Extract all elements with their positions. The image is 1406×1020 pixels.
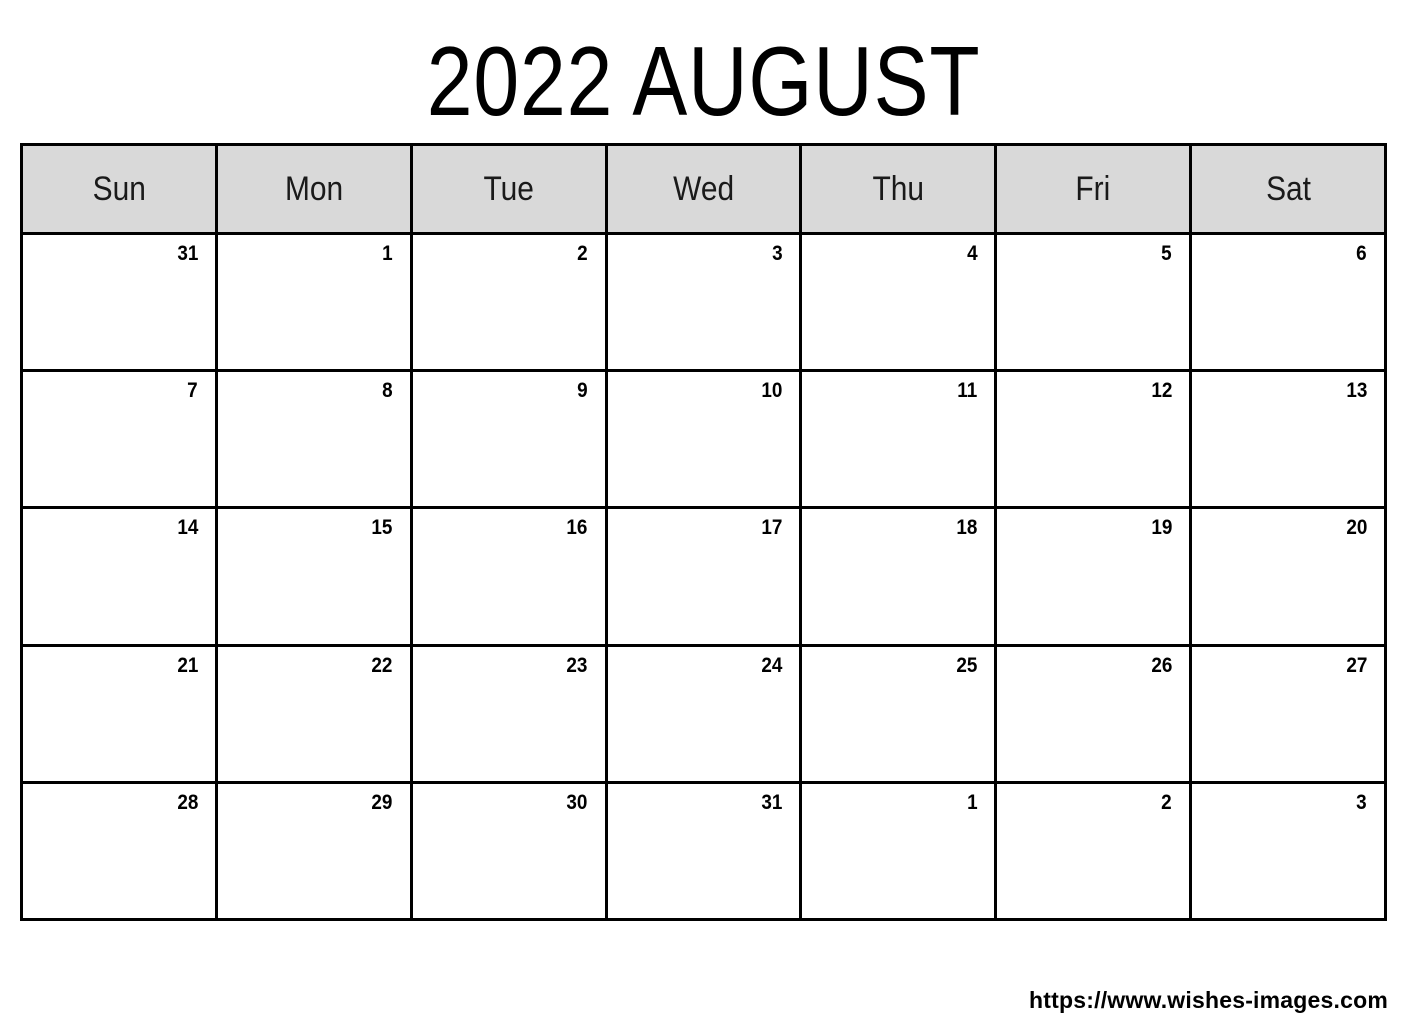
day-cell[interactable]: 7 xyxy=(23,372,218,507)
day-cell[interactable]: 31 xyxy=(23,235,218,370)
weekday-header-sun: Sun xyxy=(23,146,218,232)
day-cell[interactable]: 18 xyxy=(802,509,998,644)
day-number: 24 xyxy=(761,653,783,677)
day-number: 6 xyxy=(1356,242,1368,265)
day-number: 31 xyxy=(761,790,783,814)
day-number: 25 xyxy=(956,653,978,677)
day-number: 10 xyxy=(761,379,783,403)
week-row: 28 29 30 31 1 2 3 xyxy=(23,783,1385,919)
day-number: 3 xyxy=(771,242,783,265)
week-row: 7 8 9 10 11 12 13 xyxy=(23,372,1385,510)
day-cell[interactable]: 3 xyxy=(607,235,803,370)
calendar-title-band: 2022 AUGUST xyxy=(20,18,1387,143)
day-cell[interactable]: 12 xyxy=(997,372,1193,507)
day-number: 14 xyxy=(176,516,198,540)
day-number: 19 xyxy=(1151,516,1173,540)
calendar-weeks: 31 1 2 3 4 5 6 7 8 9 10 11 12 13 14 15 1… xyxy=(23,235,1385,919)
day-number: 29 xyxy=(371,790,393,814)
calendar-page: 2022 AUGUST Sun Mon Tue Wed Thu Fri Sat xyxy=(0,0,1406,1020)
day-cell[interactable]: 10 xyxy=(607,372,803,507)
day-number: 27 xyxy=(1345,653,1368,677)
day-number: 11 xyxy=(957,379,978,403)
day-cell[interactable]: 15 xyxy=(217,509,413,644)
day-number: 2 xyxy=(577,242,588,265)
day-number: 31 xyxy=(176,242,198,265)
day-number: 12 xyxy=(1151,379,1173,403)
day-cell[interactable]: 28 xyxy=(23,783,218,919)
weekday-header-row: Sun Mon Tue Wed Thu Fri Sat xyxy=(23,146,1385,235)
day-number: 28 xyxy=(176,790,198,814)
weekday-label: Mon xyxy=(284,169,343,208)
day-number: 8 xyxy=(382,379,393,403)
day-cell[interactable]: 21 xyxy=(23,646,218,781)
page-title: 2022 AUGUST xyxy=(426,25,981,136)
day-cell[interactable]: 1 xyxy=(802,783,998,919)
day-cell[interactable]: 2 xyxy=(412,235,608,370)
weekday-header-wed: Wed xyxy=(607,146,803,232)
day-cell[interactable]: 5 xyxy=(997,235,1193,370)
day-number: 1 xyxy=(382,242,393,265)
day-cell[interactable]: 25 xyxy=(802,646,998,781)
day-cell[interactable]: 31 xyxy=(607,783,803,919)
day-cell[interactable]: 8 xyxy=(217,372,413,507)
day-number: 15 xyxy=(371,516,393,540)
day-cell[interactable]: 30 xyxy=(412,783,608,919)
day-number: 4 xyxy=(966,242,978,265)
weekday-header-thu: Thu xyxy=(802,146,998,232)
weekday-label: Thu xyxy=(872,169,925,208)
day-cell[interactable]: 29 xyxy=(217,783,413,919)
weekday-header-mon: Mon xyxy=(217,146,413,232)
day-cell[interactable]: 4 xyxy=(802,235,998,370)
footer: https://www.wishes-images.com xyxy=(1029,985,1388,1015)
day-cell[interactable]: 9 xyxy=(412,372,608,507)
day-number: 17 xyxy=(761,516,783,540)
weekday-label: Sun xyxy=(92,169,146,208)
day-cell[interactable]: 2 xyxy=(997,783,1193,919)
day-cell[interactable]: 17 xyxy=(607,509,803,644)
day-cell[interactable]: 14 xyxy=(23,509,218,644)
day-cell[interactable]: 13 xyxy=(1192,372,1385,507)
day-cell[interactable]: 23 xyxy=(412,646,608,781)
day-cell[interactable]: 19 xyxy=(997,509,1193,644)
day-cell[interactable]: 16 xyxy=(412,509,608,644)
day-number: 1 xyxy=(966,790,978,814)
day-cell[interactable]: 3 xyxy=(1192,783,1385,919)
day-cell[interactable]: 27 xyxy=(1192,646,1385,781)
day-number: 23 xyxy=(566,653,588,677)
weekday-header-fri: Fri xyxy=(997,146,1193,232)
day-cell[interactable]: 24 xyxy=(607,646,803,781)
day-number: 7 xyxy=(187,379,198,403)
day-cell[interactable]: 6 xyxy=(1192,235,1385,370)
day-cell[interactable]: 1 xyxy=(217,235,413,370)
day-number: 5 xyxy=(1161,242,1173,265)
day-number: 26 xyxy=(1151,653,1173,677)
day-number: 21 xyxy=(176,653,198,677)
day-number: 30 xyxy=(566,790,588,814)
weekday-header-tue: Tue xyxy=(412,146,608,232)
source-url: https://www.wishes-images.com xyxy=(1029,986,1388,1013)
week-row: 14 15 16 17 18 19 20 xyxy=(23,509,1385,647)
day-cell[interactable]: 11 xyxy=(802,372,998,507)
day-number: 20 xyxy=(1345,516,1368,540)
day-number: 3 xyxy=(1356,790,1368,814)
weekday-header-sat: Sat xyxy=(1192,146,1385,232)
day-cell[interactable]: 20 xyxy=(1192,509,1385,644)
day-cell[interactable]: 22 xyxy=(217,646,413,781)
calendar-grid: Sun Mon Tue Wed Thu Fri Sat 31 1 2 3 4 5… xyxy=(20,143,1387,921)
day-number: 2 xyxy=(1161,790,1173,814)
day-number: 9 xyxy=(577,379,588,403)
weekday-label: Tue xyxy=(483,169,534,208)
day-number: 13 xyxy=(1345,379,1368,403)
week-row: 21 22 23 24 25 26 27 xyxy=(23,646,1385,784)
weekday-label: Fri xyxy=(1075,169,1111,208)
day-cell[interactable]: 26 xyxy=(997,646,1193,781)
weekday-label: Sat xyxy=(1265,169,1311,208)
day-number: 22 xyxy=(371,653,393,677)
weekday-label: Wed xyxy=(673,169,734,208)
day-number: 16 xyxy=(566,516,588,540)
day-number: 18 xyxy=(956,516,978,540)
week-row: 31 1 2 3 4 5 6 xyxy=(23,235,1385,373)
